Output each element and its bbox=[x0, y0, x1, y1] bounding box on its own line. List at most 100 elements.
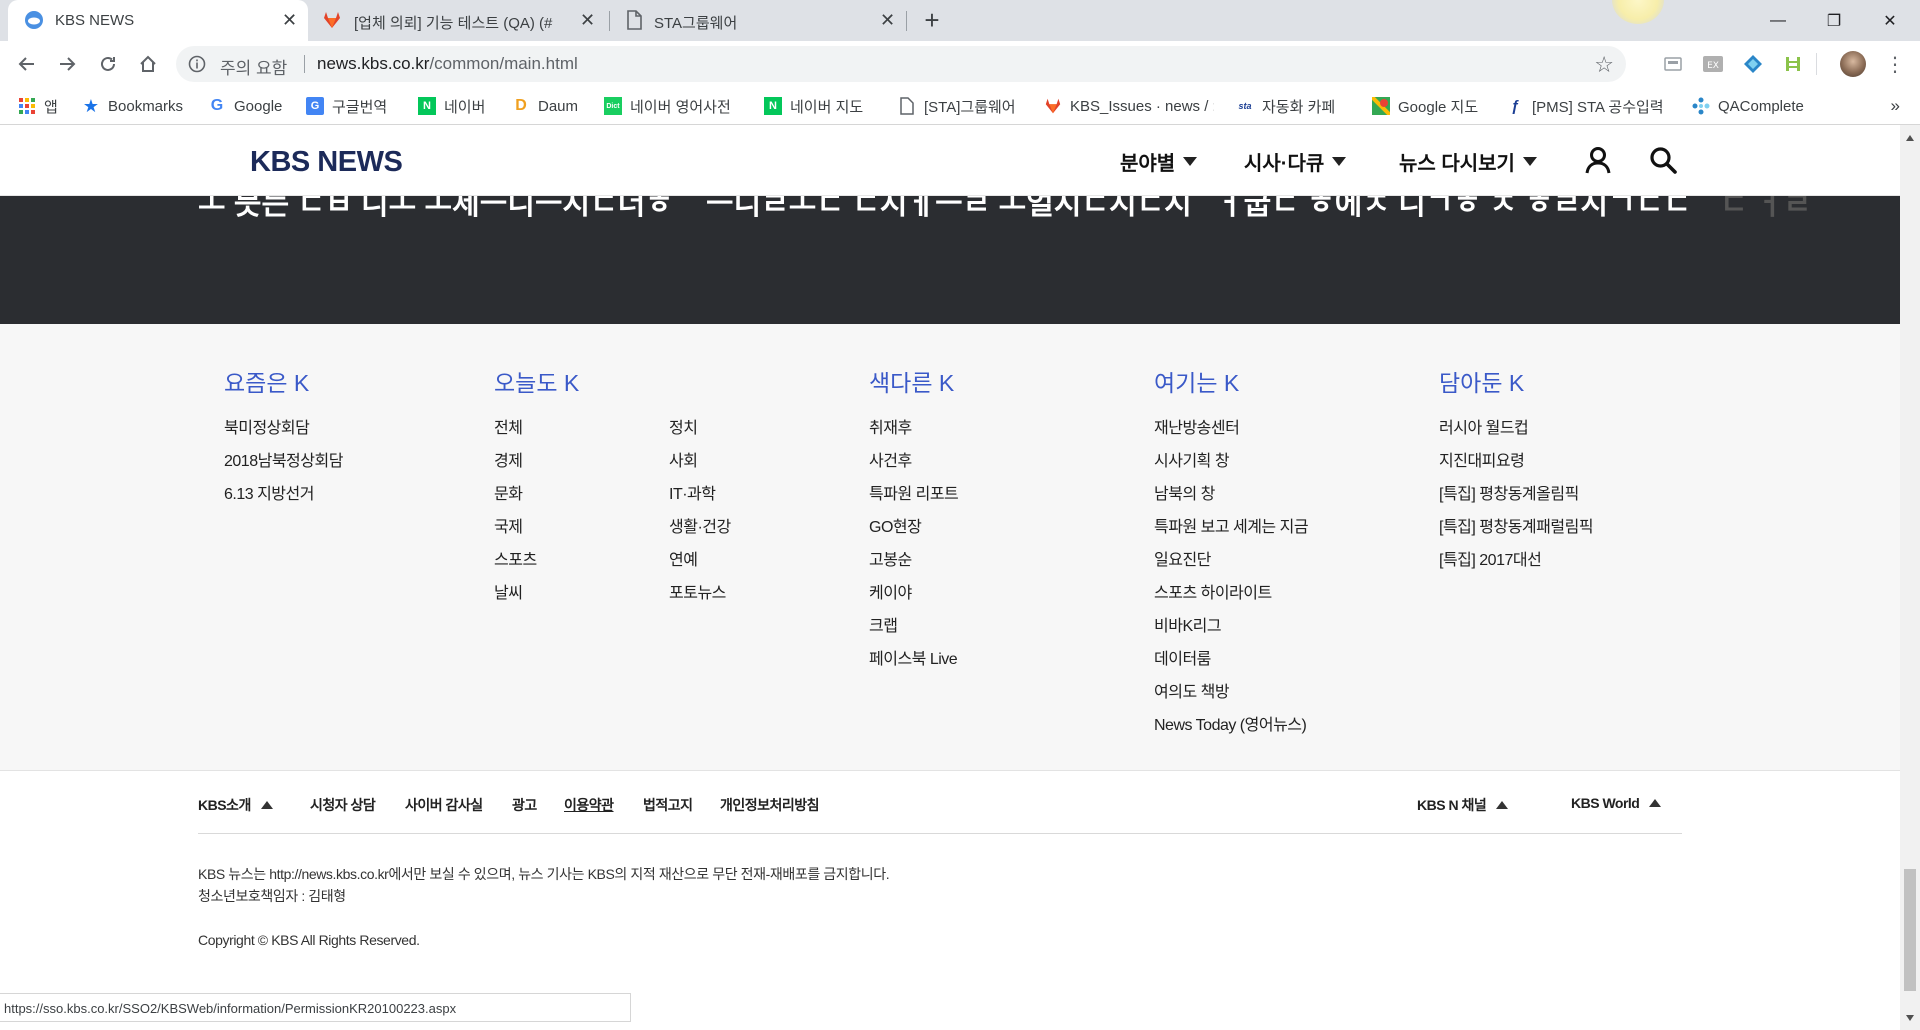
sitemap-link[interactable]: 특파원 리포트 bbox=[869, 480, 959, 504]
sitemap-link[interactable]: 포토뉴스 bbox=[669, 579, 726, 603]
sitemap-link[interactable]: 2018남북정상회담 bbox=[224, 447, 343, 471]
sitemap-link[interactable]: 시사기획 창 bbox=[1154, 447, 1230, 471]
sitemap-link[interactable]: 사건후 bbox=[869, 447, 912, 471]
footer-link-kbs-intro[interactable]: KBS소개 bbox=[198, 795, 273, 815]
cast-extension-icon[interactable] bbox=[1662, 53, 1684, 75]
sitemap-link[interactable]: 크랩 bbox=[869, 612, 898, 636]
minimize-button[interactable]: — bbox=[1750, 0, 1806, 41]
url-text[interactable]: news.kbs.co.kr/common/main.html bbox=[317, 54, 578, 74]
sitemap-link[interactable]: 여의도 책방 bbox=[1154, 678, 1230, 702]
menu-news-replay[interactable]: 뉴스 다시보기 bbox=[1399, 147, 1537, 176]
bookmark-bookmarks[interactable]: ★ Bookmarks bbox=[82, 96, 183, 116]
footer-link-ads[interactable]: 광고 bbox=[512, 795, 537, 815]
search-icon[interactable] bbox=[1648, 145, 1678, 175]
user-icon[interactable] bbox=[1583, 145, 1613, 175]
bookmark-kbs-issues[interactable]: KBS_Issues · news / : bbox=[1044, 96, 1214, 116]
bookmarks-overflow-button[interactable]: » bbox=[1891, 96, 1900, 116]
tab-close-icon[interactable]: ✕ bbox=[880, 11, 895, 29]
home-button[interactable] bbox=[133, 49, 163, 79]
page-scrollbar[interactable] bbox=[1900, 125, 1920, 1030]
kbs-news-logo[interactable]: KBS NEWS bbox=[250, 146, 403, 179]
sitemap-link[interactable]: 생활·건강 bbox=[669, 513, 731, 537]
profile-avatar[interactable] bbox=[1840, 51, 1866, 77]
sitemap-link[interactable]: 데이터룸 bbox=[1154, 645, 1211, 669]
tab-close-icon[interactable]: ✕ bbox=[580, 11, 595, 29]
sitemap-link[interactable]: 국제 bbox=[494, 513, 523, 537]
bookmark-naver-map[interactable]: N 네이버 지도 bbox=[764, 96, 863, 116]
footer-link-privacy[interactable]: 개인정보처리방침 bbox=[720, 795, 820, 815]
sitemap-link[interactable]: 러시아 월드컵 bbox=[1439, 414, 1529, 438]
restore-button[interactable]: ❐ bbox=[1806, 0, 1862, 41]
menu-kebab-icon[interactable]: ⋮ bbox=[1884, 53, 1906, 76]
sitemap-link[interactable]: IT·과학 bbox=[669, 480, 716, 504]
footer-link-kbs-n[interactable]: KBS N 채널 bbox=[1417, 795, 1509, 815]
bookmark-pms[interactable]: ƒ [PMS] STA 공수입력 bbox=[1506, 96, 1664, 116]
bookmark-naver-dict[interactable]: Dict 네이버 영어사전 bbox=[604, 96, 731, 116]
sitemap-link[interactable]: 고봉순 bbox=[869, 546, 912, 570]
sitemap-column-title[interactable]: 색다른 K bbox=[869, 364, 954, 398]
sitemap-link[interactable]: [특집] 2017대선 bbox=[1439, 546, 1542, 570]
bookmark-star-icon[interactable]: ☆ bbox=[1594, 52, 1614, 78]
sitemap-link[interactable]: 재난방송센터 bbox=[1154, 414, 1240, 438]
info-icon[interactable] bbox=[188, 55, 206, 73]
footer-link-cyber-audit[interactable]: 사이버 감사실 bbox=[405, 795, 483, 815]
tab-kbs-news[interactable]: KBS NEWS ✕ bbox=[8, 0, 308, 41]
tab-gitlab-issue[interactable]: [업체 의뢰] 기능 테스트 (QA) (# ✕ bbox=[310, 0, 610, 41]
bookmark-qacomplete[interactable]: QAComplete bbox=[1692, 96, 1804, 116]
bookmark-google[interactable]: G Google bbox=[208, 96, 283, 116]
sitemap-column-title[interactable]: 요즘은 K bbox=[224, 364, 309, 398]
sitemap-link[interactable]: 취재후 bbox=[869, 414, 912, 438]
sitemap-link[interactable]: 연예 bbox=[669, 546, 698, 570]
scrollbar-thumb[interactable] bbox=[1904, 869, 1916, 991]
sitemap-column-title[interactable]: 담아둔 K bbox=[1439, 364, 1524, 398]
footer-link-legal[interactable]: 법적고지 bbox=[643, 795, 693, 815]
sitemap-link[interactable]: [특집] 평창동계패럴림픽 bbox=[1439, 513, 1594, 537]
sitemap-link[interactable]: 북미정상회담 bbox=[224, 414, 310, 438]
new-tab-button[interactable]: + bbox=[918, 6, 946, 34]
sitemap-link[interactable]: 정치 bbox=[669, 414, 698, 438]
tab-sta-groupware[interactable]: STA그룹웨어 ✕ bbox=[612, 0, 908, 41]
bookmark-google-maps[interactable]: Google 지도 bbox=[1372, 96, 1478, 116]
sitemap-link[interactable]: 6.13 지방선거 bbox=[224, 480, 314, 504]
sitemap-column-title[interactable]: 여기는 K bbox=[1154, 364, 1239, 398]
sitemap-link[interactable]: 일요진단 bbox=[1154, 546, 1211, 570]
sitemap-link[interactable]: 남북의 창 bbox=[1154, 480, 1215, 504]
bookmark-sta-groupware[interactable]: [STA]그룹웨어 bbox=[898, 96, 1016, 116]
tab-close-icon[interactable]: ✕ bbox=[282, 11, 297, 29]
sitemap-link[interactable]: 스포츠 bbox=[494, 546, 537, 570]
close-window-button[interactable]: ✕ bbox=[1862, 0, 1918, 41]
footer-link-viewer-counsel[interactable]: 시청자 상담 bbox=[310, 795, 376, 815]
sitemap-link[interactable]: 문화 bbox=[494, 480, 523, 504]
sitemap-link[interactable]: 경제 bbox=[494, 447, 523, 471]
sitemap-link[interactable]: 사회 bbox=[669, 447, 698, 471]
reload-button[interactable] bbox=[93, 49, 123, 79]
sitemap-link[interactable]: GO현장 bbox=[869, 513, 922, 537]
footer-link-kbs-world[interactable]: KBS World bbox=[1571, 795, 1662, 811]
sitemap-link[interactable]: 스포츠 하이라이트 bbox=[1154, 579, 1272, 603]
sitemap-link[interactable]: 지진대피요령 bbox=[1439, 447, 1525, 471]
bookmark-daum[interactable]: D Daum bbox=[512, 96, 578, 116]
bookmark-translate[interactable]: G 구글번역 bbox=[306, 96, 387, 116]
sitemap-column-title[interactable]: 오늘도 K bbox=[494, 364, 579, 398]
sitemap-link[interactable]: [특집] 평창동계올림픽 bbox=[1439, 480, 1579, 504]
sitemap-link[interactable]: 특파원 보고 세계는 지금 bbox=[1154, 513, 1309, 537]
scroll-up-arrow-icon[interactable] bbox=[1900, 129, 1920, 146]
forward-button[interactable] bbox=[52, 49, 82, 79]
back-button[interactable] bbox=[12, 49, 42, 79]
green-extension-icon[interactable] bbox=[1782, 53, 1804, 75]
sitemap-link[interactable]: 날씨 bbox=[494, 579, 523, 603]
ex-extension-icon[interactable]: EX bbox=[1702, 53, 1724, 75]
sitemap-link[interactable]: News Today (영어뉴스) bbox=[1154, 711, 1307, 735]
sitemap-link[interactable]: 페이스북 Live bbox=[869, 645, 958, 669]
sitemap-link[interactable]: 비바K리그 bbox=[1154, 612, 1222, 636]
bookmark-apps[interactable]: 앱 bbox=[18, 96, 58, 116]
bookmark-naver[interactable]: N 네이버 bbox=[418, 96, 485, 116]
footer-link-terms[interactable]: 이용약관 bbox=[564, 795, 614, 815]
diamond-extension-icon[interactable] bbox=[1742, 53, 1764, 75]
address-bar[interactable]: 주의 요함 news.kbs.co.kr/common/main.html ☆ bbox=[176, 46, 1626, 82]
menu-category[interactable]: 분야별 bbox=[1120, 147, 1198, 176]
sitemap-link[interactable]: 케이야 bbox=[869, 579, 912, 603]
scroll-down-arrow-icon[interactable] bbox=[1900, 1009, 1920, 1026]
sitemap-link[interactable]: 전체 bbox=[494, 414, 523, 438]
bookmark-automation-cafe[interactable]: sta 자동화 카페 bbox=[1236, 96, 1335, 116]
